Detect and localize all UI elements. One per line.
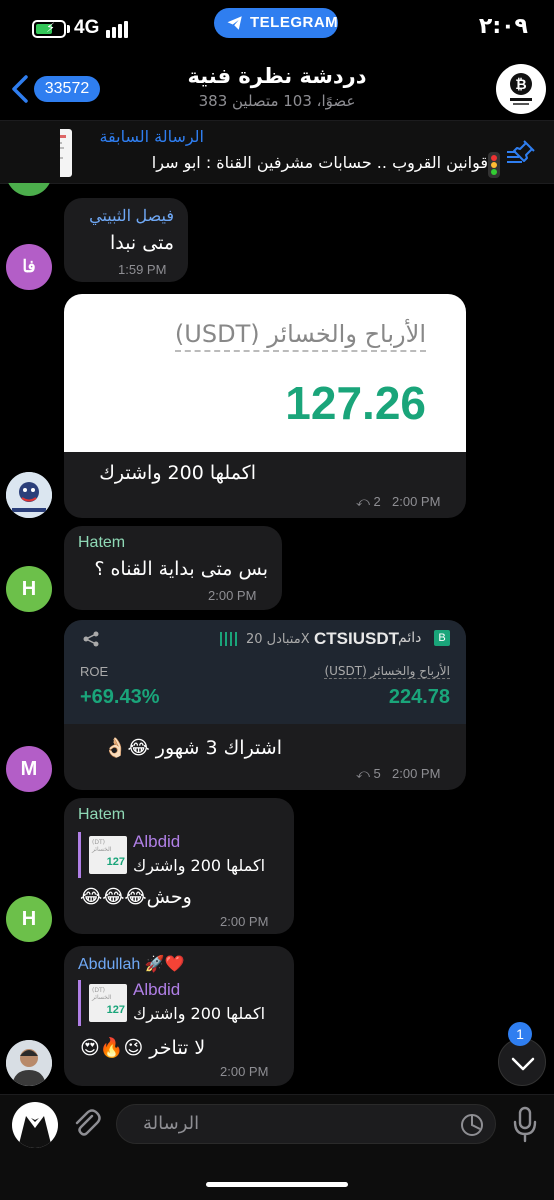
forward-number: 5	[373, 766, 381, 781]
reply-thumbnail: (DT) الخسائر 127	[89, 984, 127, 1022]
card-cross: متبادل 20X	[246, 632, 310, 647]
message-bubble[interactable]: الأرباح والخسائر (USDT) 127.26 اكملها 20…	[64, 294, 466, 518]
message-bubble[interactable]: Hatem بس متى بداية القناه ؟ 2:00 PM	[64, 526, 282, 610]
forward-count: ⤺ 2	[356, 494, 381, 510]
back-unread-count[interactable]: 33572	[34, 76, 100, 102]
telegram-plane-icon	[227, 16, 242, 30]
message-text: بس متى بداية القناه ؟	[94, 558, 268, 580]
home-indicator	[206, 1182, 348, 1187]
forward-number: 2	[373, 494, 381, 509]
forward-count: ⤺ 5	[356, 766, 381, 782]
reply-preview[interactable]: (DT) الخسائر 127 Albdid اكملها 200 واشتر…	[78, 832, 282, 878]
person-photo-icon	[6, 1040, 52, 1086]
message-placeholder: الرسالة	[143, 1113, 200, 1134]
message-time: 2:00 PM	[392, 766, 441, 781]
message-bubble[interactable]: Hatem (DT) الخسائر 127 Albdid اكملها 200…	[64, 798, 294, 934]
avatar[interactable]	[6, 1040, 52, 1086]
pnl-label: الأرباح والخسائر (USDT)	[324, 664, 450, 679]
attach-icon[interactable]	[70, 1108, 104, 1142]
message-time: 2:00 PM	[220, 1064, 269, 1079]
message-bubble[interactable]: فيصل الثبيتي متى نبدا 1:59 PM	[64, 198, 188, 282]
message-time: 2:00 PM	[220, 914, 269, 929]
pinned-cover	[0, 121, 60, 183]
avatar[interactable]: M	[6, 746, 52, 792]
svg-text:₿: ₿	[515, 76, 526, 92]
chevron-down-icon	[511, 1057, 535, 1071]
avatar[interactable]	[6, 472, 52, 518]
chat-avatar[interactable]: ₿	[496, 64, 546, 114]
forward-icon: ⤺	[356, 766, 370, 781]
pinned-label: الرسالة السابقة	[99, 127, 204, 146]
message-input[interactable]: الرسالة	[116, 1104, 496, 1144]
reply-thumbnail: (DT) الخسائر 127	[89, 836, 127, 874]
sender-name[interactable]: Hatem	[78, 534, 125, 552]
message-bubble[interactable]: Abdullah 🚀❤️ (DT) الخسائر 127 Albdid اكم…	[64, 946, 294, 1086]
message-time: 1:59 PM	[118, 262, 167, 277]
forward-icon: ⤺	[356, 494, 370, 509]
pnl-value: 224.78	[388, 686, 450, 708]
message-bubble[interactable]: متبادل 20X CTSIUSDT دائم B ROE +69.43% ا…	[64, 620, 466, 790]
reply-text: اكملها 200 واشترك	[133, 1004, 266, 1023]
b-badge-icon: B	[434, 630, 450, 646]
pinned-list-icon[interactable]	[506, 139, 536, 165]
card-value: 127.26	[285, 377, 426, 429]
sender-name[interactable]: Hatem	[78, 806, 125, 824]
traffic-light-icon	[488, 152, 500, 178]
message-text: لا تتاخر 😉🔥😍	[80, 1037, 206, 1059]
clock: ٢:٠٩	[478, 14, 528, 39]
share-icon	[83, 631, 99, 647]
network-label: 4G	[74, 17, 100, 38]
chat-subtitle: 383 عضوًا، 103 متصلين	[198, 92, 356, 110]
card-title: الأرباح والخسائر (USDT)	[174, 320, 426, 352]
back-chevron-icon[interactable]	[10, 74, 30, 104]
message-text: وحش😂😂😂	[80, 886, 192, 908]
sender-name[interactable]: فيصل الثبيتي	[89, 206, 174, 226]
screenshot-image[interactable]: الأرباح والخسائر (USDT) 127.26	[64, 294, 466, 452]
pinned-text: قوانين القروب .. حسابات مشرفين القناة : …	[151, 153, 488, 172]
message-text: اشتراك 3 شهور 😂👌🏻	[103, 737, 282, 759]
battery-tip	[67, 25, 70, 33]
tuxedo-icon	[18, 1116, 52, 1148]
reply-text: اكملها 200 واشترك	[133, 856, 266, 875]
chat-title[interactable]: دردشة نظرة فنية	[120, 64, 434, 88]
bot-menu-button[interactable]	[12, 1102, 58, 1148]
pinned-message-bar[interactable]: الرسالة السابقة قوانين القروب .. حسابات …	[0, 120, 554, 184]
avatar[interactable]: H	[6, 566, 52, 612]
message-text: متى نبدا	[109, 232, 174, 254]
reply-name: Albdid	[133, 980, 181, 999]
roe-value: +69.43%	[80, 686, 160, 708]
signal-icon	[106, 20, 130, 38]
pill-label: TELEGRAM	[250, 14, 339, 31]
sender-name[interactable]: Abdullah 🚀❤️	[78, 954, 185, 974]
unread-badge: 1	[508, 1022, 532, 1046]
bar-chart-icon	[220, 632, 238, 646]
roe-label: ROE	[80, 664, 109, 679]
message-text: اكملها 200 واشترك	[99, 462, 256, 484]
screenshot-image[interactable]: متبادل 20X CTSIUSDT دائم B ROE +69.43% ا…	[64, 620, 466, 724]
reply-name: Albdid	[133, 832, 181, 851]
message-time: 2:00 PM	[392, 494, 441, 509]
reply-preview[interactable]: (DT) الخسائر 127 Albdid اكملها 200 واشتر…	[78, 980, 282, 1026]
battery-icon: ⚡	[32, 20, 66, 38]
microphone-icon[interactable]	[510, 1106, 540, 1144]
avatar[interactable]: H	[6, 896, 52, 942]
telegram-return-pill[interactable]: TELEGRAM	[214, 8, 338, 38]
card-perp: دائم	[398, 630, 422, 646]
avatar[interactable]: فا	[6, 244, 52, 290]
message-time: 2:00 PM	[208, 588, 257, 603]
bitcoin-logo-icon: ₿	[510, 73, 532, 105]
mascot-avatar-icon	[6, 472, 52, 518]
card-pair: CTSIUSDT	[314, 629, 399, 648]
sticker-icon[interactable]	[459, 1112, 485, 1138]
